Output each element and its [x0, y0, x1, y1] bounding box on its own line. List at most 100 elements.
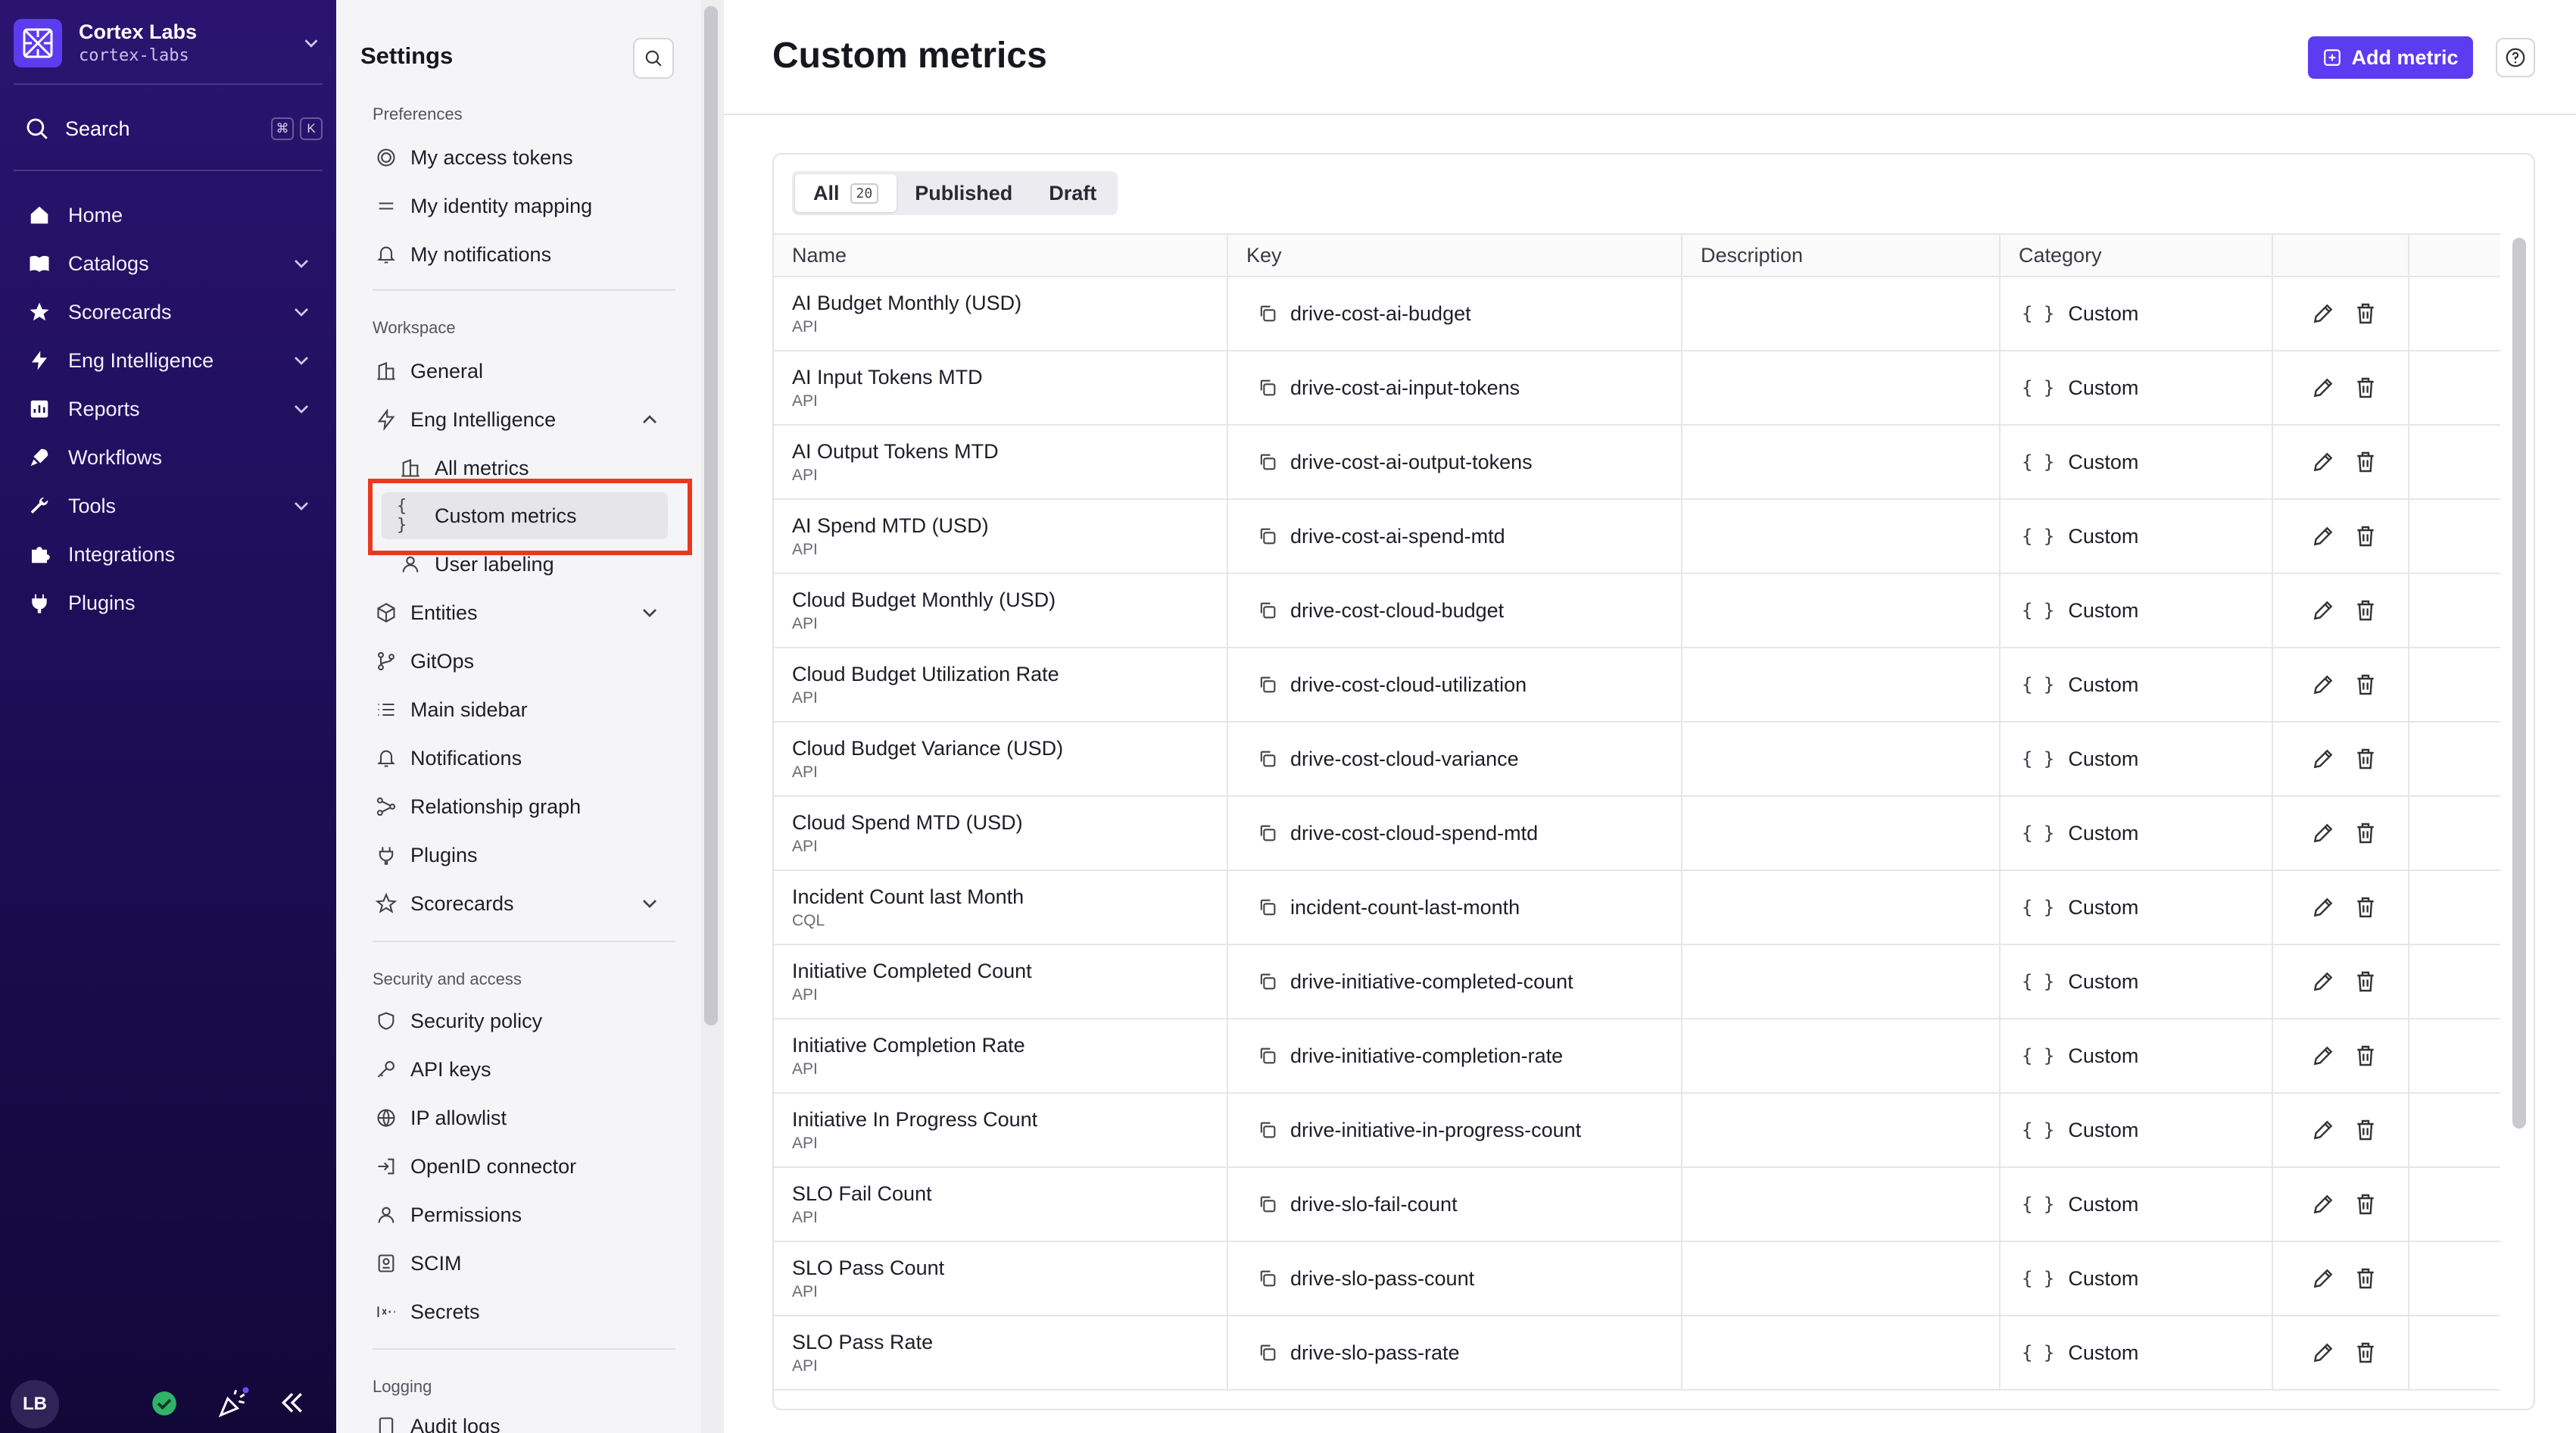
nav-item-reports[interactable]: Reports	[14, 385, 323, 433]
settings-item-security-policy[interactable]: Security policy	[373, 997, 675, 1044]
copy-icon[interactable]	[1257, 526, 1278, 547]
settings-item-my-identity-mapping[interactable]: My identity mapping	[373, 183, 675, 229]
table-row[interactable]: SLO Pass Count API drive-slo-pass-count …	[774, 1242, 2500, 1316]
edit-pencil-icon[interactable]	[2311, 450, 2335, 474]
trash-icon[interactable]	[2353, 1118, 2378, 1142]
column-header-category[interactable]: Category	[2001, 235, 2273, 276]
nav-item-integrations[interactable]: Integrations	[14, 530, 323, 579]
edit-pencil-icon[interactable]	[2311, 1192, 2335, 1216]
settings-item-audit-logs[interactable]: Audit logs	[373, 1403, 675, 1433]
copy-icon[interactable]	[1257, 1342, 1278, 1363]
settings-item-general[interactable]: General	[373, 348, 675, 395]
add-metric-button[interactable]: Add metric	[2308, 36, 2473, 79]
metric-name[interactable]: Initiative Completed Count	[792, 957, 1032, 985]
settings-item-scim[interactable]: SCIM	[373, 1240, 675, 1287]
trash-icon[interactable]	[2353, 895, 2378, 919]
trash-icon[interactable]	[2353, 821, 2378, 845]
metric-name[interactable]: Cloud Budget Utilization Rate	[792, 660, 1059, 688]
trash-icon[interactable]	[2353, 1266, 2378, 1291]
table-row[interactable]: Incident Count last Month CQL incident-c…	[774, 871, 2500, 945]
table-row[interactable]: SLO Pass Rate API drive-slo-pass-rate { …	[774, 1316, 2500, 1391]
edit-pencil-icon[interactable]	[2311, 1044, 2335, 1068]
copy-icon[interactable]	[1257, 1119, 1278, 1141]
nav-item-plugins[interactable]: Plugins	[14, 579, 323, 627]
metric-name[interactable]: Incident Count last Month	[792, 883, 1024, 910]
metric-name[interactable]: AI Output Tokens MTD	[792, 438, 999, 465]
settings-item-gitops[interactable]: GitOps	[373, 638, 675, 685]
trash-icon[interactable]	[2353, 524, 2378, 548]
table-row[interactable]: AI Budget Monthly (USD) API drive-cost-a…	[774, 277, 2500, 351]
settings-item-openid-connector[interactable]: OpenID connector	[373, 1143, 675, 1190]
edit-pencil-icon[interactable]	[2311, 821, 2335, 845]
edit-pencil-icon[interactable]	[2311, 301, 2335, 326]
settings-item-scorecards[interactable]: Scorecards	[373, 880, 675, 927]
settings-item-my-notifications[interactable]: My notifications	[373, 231, 675, 278]
trash-icon[interactable]	[2353, 450, 2378, 474]
metric-name[interactable]: AI Budget Monthly (USD)	[792, 289, 1021, 317]
metric-name[interactable]: Cloud Spend MTD (USD)	[792, 809, 1023, 836]
table-row[interactable]: AI Output Tokens MTD API drive-cost-ai-o…	[774, 426, 2500, 500]
copy-icon[interactable]	[1257, 823, 1278, 844]
help-button[interactable]	[2496, 38, 2535, 77]
edit-pencil-icon[interactable]	[2311, 747, 2335, 771]
table-row[interactable]: AI Input Tokens MTD API drive-cost-ai-in…	[774, 351, 2500, 426]
table-row[interactable]: SLO Fail Count API drive-slo-fail-count …	[774, 1168, 2500, 1242]
edit-pencil-icon[interactable]	[2311, 598, 2335, 623]
table-row[interactable]: Initiative Completion Rate API drive-ini…	[774, 1019, 2500, 1094]
settings-item-notifications[interactable]: Notifications	[373, 735, 675, 782]
celebration-icon[interactable]	[217, 1386, 250, 1419]
table-row[interactable]: Cloud Spend MTD (USD) API drive-cost-clo…	[774, 797, 2500, 871]
org-switcher[interactable]: Cortex Labs cortex-labs	[14, 17, 323, 70]
table-row[interactable]: AI Spend MTD (USD) API drive-cost-ai-spe…	[774, 500, 2500, 574]
copy-icon[interactable]	[1257, 1045, 1278, 1066]
metric-name[interactable]: Cloud Budget Variance (USD)	[792, 735, 1063, 762]
edit-pencil-icon[interactable]	[2311, 376, 2335, 400]
edit-pencil-icon[interactable]	[2311, 1266, 2335, 1291]
copy-icon[interactable]	[1257, 377, 1278, 398]
edit-pencil-icon[interactable]	[2311, 524, 2335, 548]
metric-name[interactable]: AI Input Tokens MTD	[792, 364, 983, 391]
edit-pencil-icon[interactable]	[2311, 895, 2335, 919]
table-row[interactable]: Cloud Budget Monthly (USD) API drive-cos…	[774, 574, 2500, 648]
table-row[interactable]: Initiative In Progress Count API drive-i…	[774, 1094, 2500, 1168]
settings-item-ip-allowlist[interactable]: IP allowlist	[373, 1094, 675, 1141]
metric-name[interactable]: Initiative Completion Rate	[792, 1032, 1025, 1059]
column-header-name[interactable]: Name	[774, 235, 1228, 276]
metric-name[interactable]: SLO Fail Count	[792, 1180, 932, 1207]
settings-item-plugins[interactable]: Plugins	[373, 832, 675, 879]
metric-name[interactable]: AI Spend MTD (USD)	[792, 512, 989, 539]
table-row[interactable]: Initiative Completed Count API drive-ini…	[774, 945, 2500, 1019]
copy-icon[interactable]	[1257, 674, 1278, 695]
edit-pencil-icon[interactable]	[2311, 969, 2335, 994]
copy-icon[interactable]	[1257, 897, 1278, 918]
nav-item-eng-intelligence[interactable]: Eng Intelligence	[14, 336, 323, 385]
metric-name[interactable]: SLO Pass Rate	[792, 1328, 933, 1356]
tab-published[interactable]: Published	[897, 174, 1031, 212]
avatar[interactable]: LB	[11, 1380, 59, 1428]
trash-icon[interactable]	[2353, 301, 2378, 326]
settings-item-permissions[interactable]: Permissions	[373, 1191, 675, 1238]
trash-icon[interactable]	[2353, 598, 2378, 623]
nav-item-catalogs[interactable]: Catalogs	[14, 239, 323, 288]
settings-item-eng-intelligence[interactable]: Eng Intelligence	[373, 396, 675, 443]
settings-item-my-access-tokens[interactable]: My access tokens	[373, 134, 675, 181]
settings-item-api-keys[interactable]: API keys	[373, 1046, 675, 1093]
copy-icon[interactable]	[1257, 748, 1278, 770]
trash-icon[interactable]	[2353, 1341, 2378, 1365]
metric-name[interactable]: Cloud Budget Monthly (USD)	[792, 586, 1056, 613]
nav-item-home[interactable]: Home	[14, 191, 323, 239]
collapse-sidebar-icon[interactable]	[277, 1388, 307, 1418]
copy-icon[interactable]	[1257, 600, 1278, 621]
metric-name[interactable]: Initiative In Progress Count	[792, 1106, 1037, 1133]
settings-item-secrets[interactable]: Secrets	[373, 1288, 675, 1335]
nav-item-tools[interactable]: Tools	[14, 482, 323, 530]
settings-search-button[interactable]	[633, 38, 674, 79]
trash-icon[interactable]	[2353, 673, 2378, 697]
settings-item-all-metrics[interactable]: All metrics	[397, 445, 675, 492]
trash-icon[interactable]	[2353, 1192, 2378, 1216]
nav-item-workflows[interactable]: Workflows	[14, 433, 323, 482]
settings-item-entities[interactable]: Entities	[373, 589, 675, 636]
table-scrollbar-thumb[interactable]	[2512, 238, 2526, 1129]
copy-icon[interactable]	[1257, 451, 1278, 473]
edit-pencil-icon[interactable]	[2311, 1118, 2335, 1142]
